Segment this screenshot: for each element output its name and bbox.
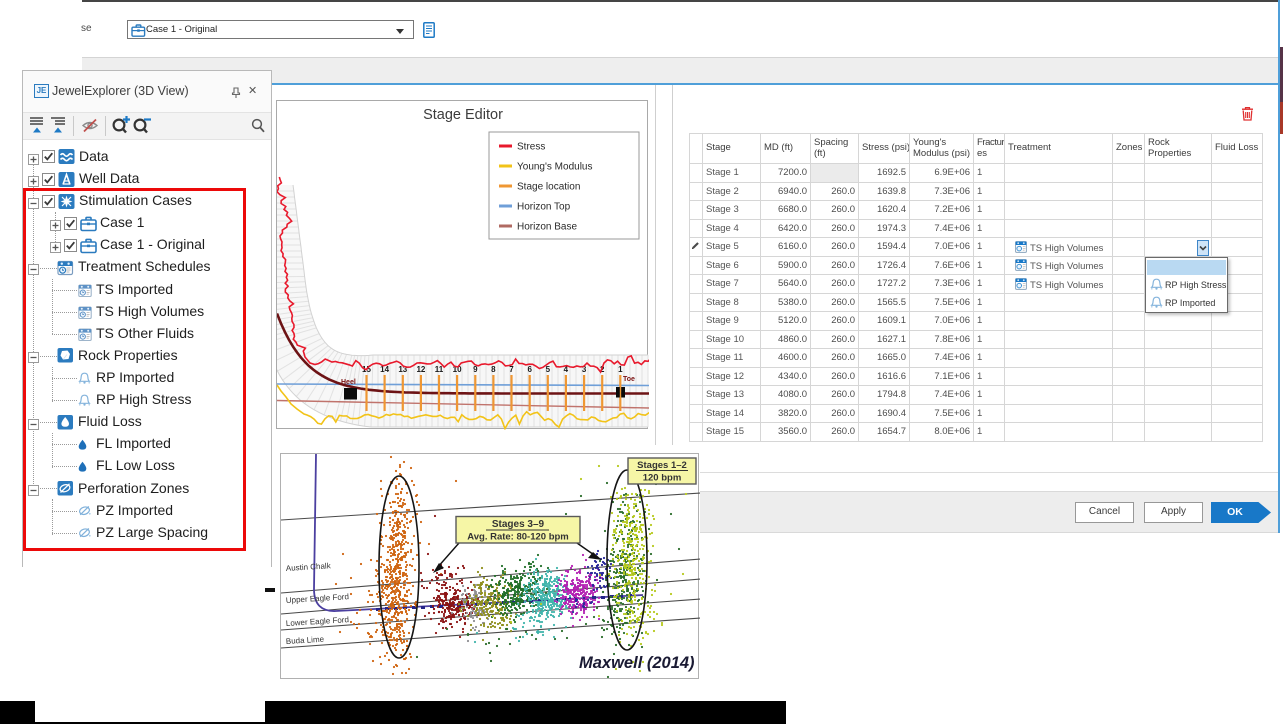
svg-text:14: 14 [380, 365, 389, 374]
svg-text:Maxwell (2014): Maxwell (2014) [579, 654, 695, 672]
svg-text:Horizon Top: Horizon Top [517, 202, 571, 213]
svg-text:8: 8 [491, 365, 496, 374]
svg-text:Toe: Toe [623, 376, 635, 383]
svg-text:120 bpm: 120 bpm [643, 473, 682, 484]
svg-text:Stage Editor: Stage Editor [423, 107, 503, 123]
svg-text:Buda Lime: Buda Lime [286, 635, 325, 646]
svg-text:Heel: Heel [341, 379, 356, 386]
svg-text:1: 1 [618, 365, 623, 374]
svg-text:Avg. Rate: 80-120 bpm: Avg. Rate: 80-120 bpm [467, 532, 569, 543]
svg-text:Young's Modulus: Young's Modulus [517, 162, 592, 173]
svg-text:6: 6 [527, 365, 532, 374]
svg-text:Stress: Stress [517, 142, 545, 153]
svg-text:Stages 1–2: Stages 1–2 [637, 460, 687, 471]
svg-text:Horizon Base: Horizon Base [517, 222, 577, 233]
svg-text:Stage location: Stage location [517, 182, 580, 193]
svg-text:Austin Chalk: Austin Chalk [286, 561, 332, 573]
svg-text:Upper Eagle Ford: Upper Eagle Ford [286, 592, 350, 605]
svg-text:5: 5 [546, 365, 551, 374]
svg-text:7: 7 [509, 365, 514, 374]
svg-text:12: 12 [416, 365, 425, 374]
svg-text:Stages 3–9: Stages 3–9 [492, 519, 545, 530]
